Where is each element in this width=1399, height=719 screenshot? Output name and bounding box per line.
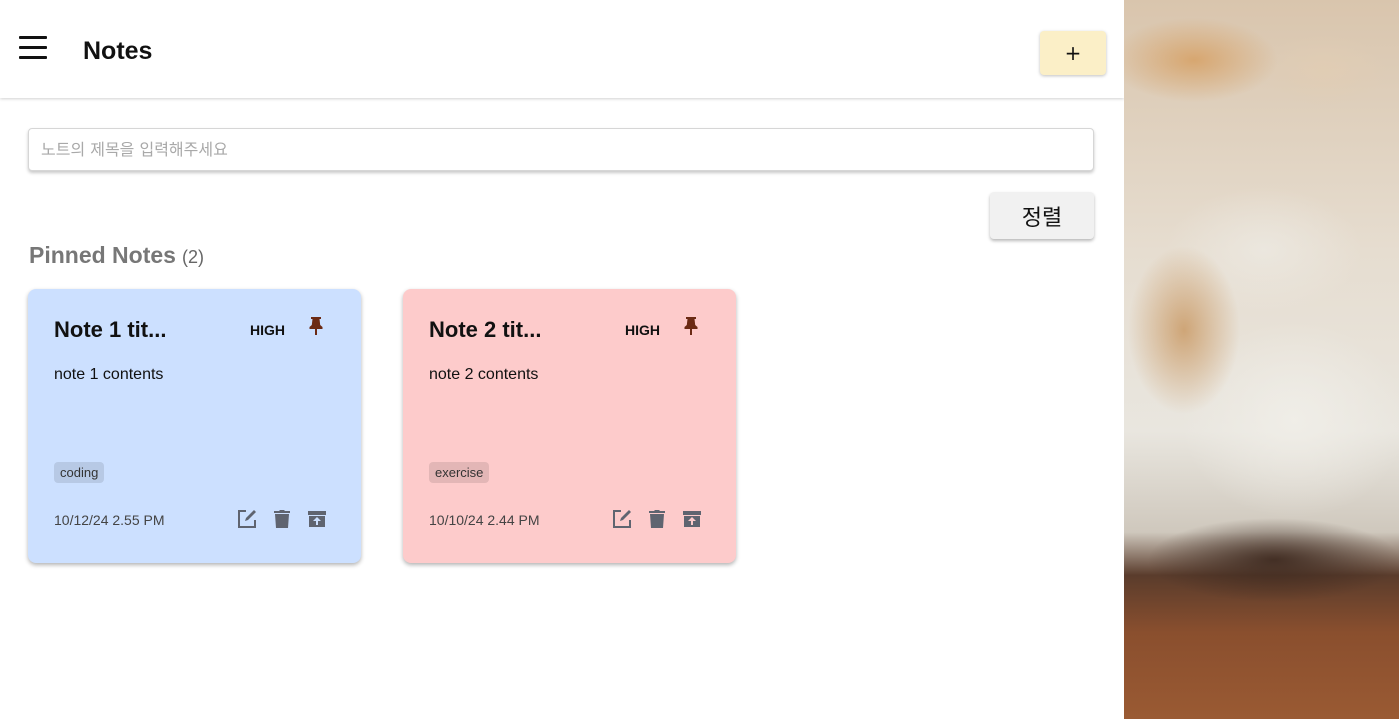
trash-icon[interactable] <box>271 508 293 530</box>
note-content: note 2 contents <box>429 366 539 383</box>
pin-icon[interactable] <box>684 317 702 337</box>
note-date: 10/12/24 2.55 PM <box>54 512 165 528</box>
trash-icon[interactable] <box>646 508 668 530</box>
note-title: Note 2 tit... <box>429 317 542 342</box>
note-card[interactable]: Note 1 tit... HIGH note 1 contents codin… <box>28 289 361 563</box>
edit-icon[interactable] <box>611 508 633 530</box>
note-tag: coding <box>54 462 105 483</box>
note-content: note 1 contents <box>54 366 164 383</box>
note-title: Note 1 tit... <box>54 317 167 342</box>
search-input[interactable] <box>28 128 1094 171</box>
add-note-button[interactable]: + <box>1040 31 1106 75</box>
note-tag: exercise <box>429 462 490 483</box>
menu-icon[interactable] <box>16 36 50 66</box>
cat-fur-photo <box>1124 0 1399 719</box>
archive-icon[interactable] <box>681 508 703 530</box>
archive-icon[interactable] <box>306 508 328 530</box>
sort-button[interactable]: 정렬 <box>990 192 1094 239</box>
section-title-label: Pinned Notes <box>29 242 176 268</box>
note-priority: HIGH <box>625 322 660 338</box>
note-date: 10/10/24 2.44 PM <box>429 512 540 528</box>
edit-icon[interactable] <box>236 508 258 530</box>
notes-app: Notes + 정렬 Pinned Notes(2) Note 1 tit...… <box>0 0 1124 719</box>
pinned-section-title: Pinned Notes (2) <box>29 242 204 269</box>
section-count: (2) <box>181 247 204 267</box>
note-priority: HIGH <box>250 322 285 338</box>
app-header: Notes + <box>0 0 1124 98</box>
note-card[interactable]: Note 2 tit... HIGH note 2 contents exerc… <box>403 289 736 563</box>
pin-icon[interactable] <box>309 317 327 337</box>
page-title: Notes <box>83 37 153 65</box>
